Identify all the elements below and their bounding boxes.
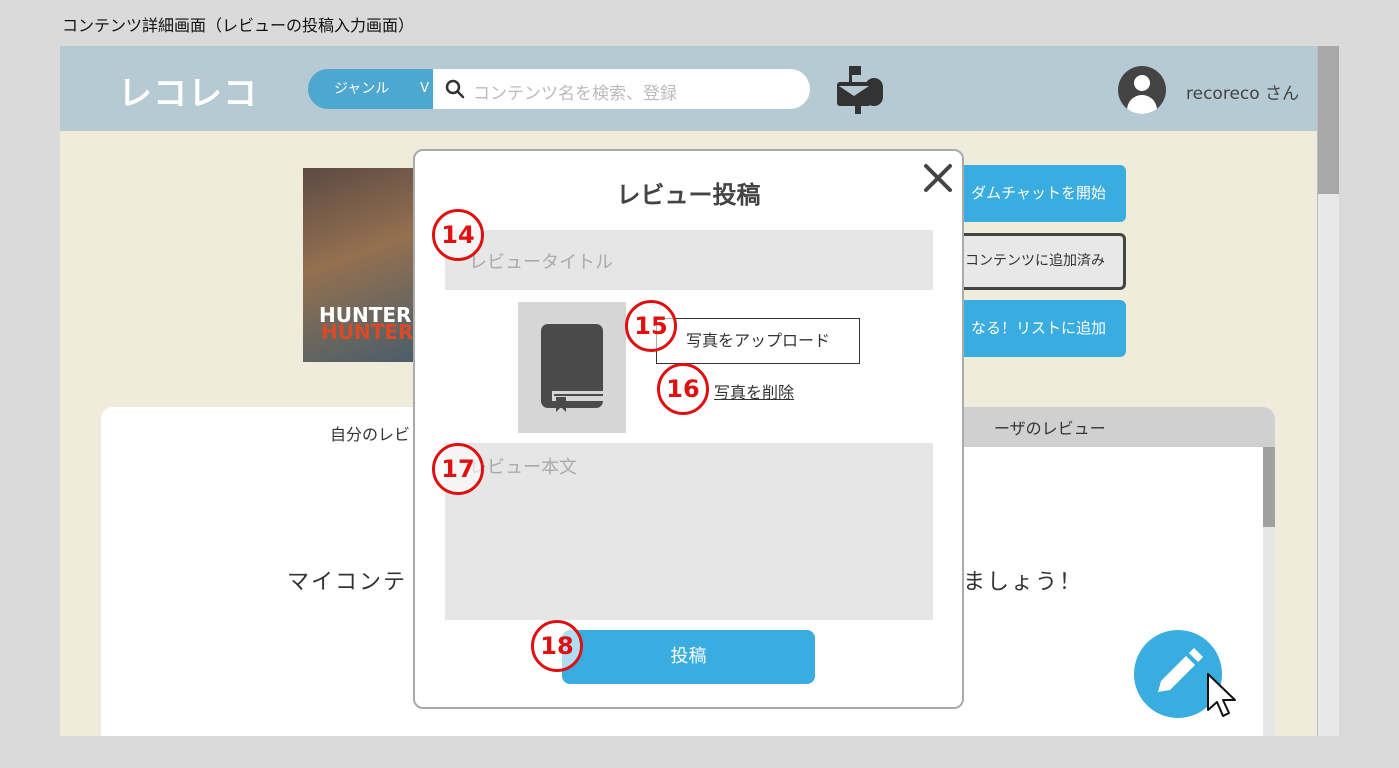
mouse-cursor-icon	[1207, 673, 1236, 717]
genre-label: ジャンル	[334, 81, 390, 97]
review-body-textarea[interactable]: レビュー本文	[445, 443, 933, 620]
username[interactable]: recoreco さん	[1186, 79, 1299, 104]
empty-message-right: ましょう！	[963, 570, 1084, 595]
top-header: レコレコ ジャンル V コンテンツ名を検索、登録 recoreco さん	[60, 46, 1317, 131]
app-frame: レコレコ ジャンル V コンテンツ名を検索、登録 recoreco さん HUN…	[60, 46, 1339, 736]
upload-photo-button[interactable]: 写真をアップロード	[656, 318, 860, 364]
book-icon	[541, 324, 603, 412]
annotation-marker: 18	[531, 620, 583, 672]
review-scrollbar[interactable]	[1263, 447, 1275, 736]
photo-preview	[518, 302, 626, 433]
genre-dropdown[interactable]: ジャンル V	[308, 69, 433, 109]
content-poster: HUNTER HUNTER	[303, 168, 413, 362]
chevron-down-icon: V	[420, 81, 429, 96]
page-scrollbar-thumb[interactable]	[1318, 46, 1339, 194]
review-title-placeholder: レビュータイトル	[469, 252, 613, 273]
app-logo[interactable]: レコレコ	[118, 66, 258, 115]
review-scrollbar-thumb[interactable]	[1263, 447, 1275, 527]
tab-user-reviews[interactable]: ーザのレビュー	[913, 407, 1275, 447]
modal-title: レビュー投稿	[616, 181, 761, 209]
search-input[interactable]: コンテンツ名を検索、登録	[433, 69, 810, 109]
search-placeholder: コンテンツ名を検索、登録	[473, 84, 677, 104]
review-post-modal: レビュー投稿 レビュータイトル 写真をアップロード 写真を削除 レビュー本文 投…	[413, 149, 964, 709]
post-button[interactable]: 投稿	[562, 630, 815, 684]
empty-message-left: マイコンテ	[287, 570, 408, 595]
mailbox-icon[interactable]	[835, 64, 885, 114]
poster-title-secondary: HUNTER	[321, 320, 413, 344]
screen-caption: コンテンツ詳細画面（レビューの投稿入力画面）	[62, 16, 415, 35]
annotation-marker: 16	[657, 363, 709, 415]
annotation-marker: 17	[432, 443, 484, 495]
annotation-marker: 15	[625, 300, 677, 352]
close-icon[interactable]	[921, 161, 955, 195]
page-scrollbar[interactable]	[1317, 46, 1339, 736]
delete-photo-link[interactable]: 写真を削除	[714, 379, 794, 403]
search-icon	[445, 79, 465, 99]
review-title-input[interactable]: レビュータイトル	[445, 230, 933, 290]
annotation-marker: 14	[432, 209, 484, 261]
avatar-icon[interactable]	[1118, 66, 1166, 114]
tab-my-reviews[interactable]: 自分のレビ	[330, 421, 410, 445]
review-body-placeholder: レビュー本文	[469, 457, 577, 478]
